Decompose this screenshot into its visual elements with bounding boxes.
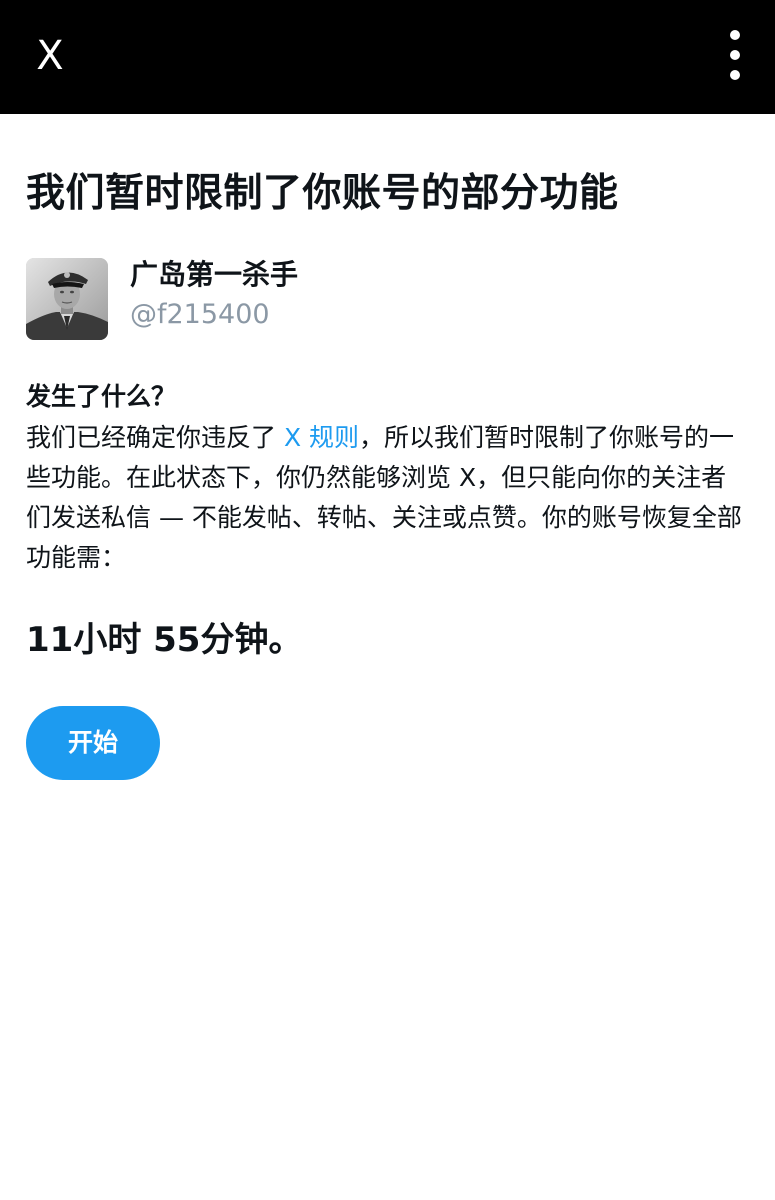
x-rules-link[interactable]: X 规则 (284, 423, 359, 452)
restriction-duration: 11小时 55分钟。 (26, 620, 303, 660)
close-button[interactable]: X (26, 26, 74, 86)
explanation-text-start: 我们已经确定你违反了 (26, 423, 284, 452)
account-info: 广岛第一杀手 @f215400 (26, 258, 750, 340)
restriction-explanation: 我们已经确定你违反了 X 规则，所以我们暂时限制了你账号的一些功能。在此状态下，… (26, 418, 750, 578)
top-bar: X (0, 0, 775, 114)
avatar (26, 258, 108, 340)
what-happened-heading: 发生了什么？ (26, 382, 177, 411)
display-name: 广岛第一杀手 (130, 258, 299, 291)
main-content: 我们暂时限制了你账号的部分功能 广岛第一杀手 @f215400 发生了什么？ 我… (26, 114, 750, 780)
page-title: 我们暂时限制了你账号的部分功能 (26, 171, 619, 216)
more-options-button[interactable] (723, 30, 747, 80)
start-button[interactable]: 开始 (26, 706, 160, 780)
account-handle: @f215400 (130, 299, 270, 330)
close-icon: X (36, 33, 64, 79)
